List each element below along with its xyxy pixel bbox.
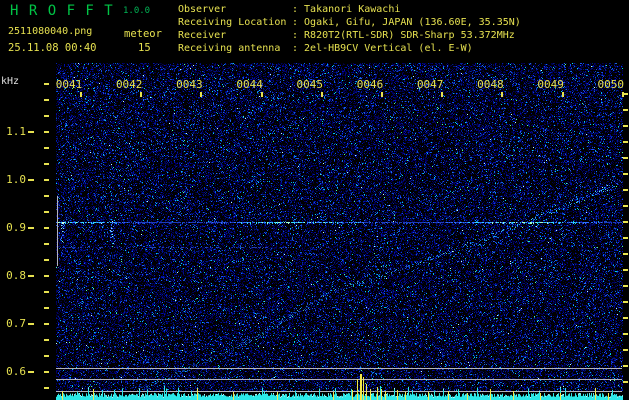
info-label: Receiving antenna [178, 43, 281, 54]
y-tick-label: 0.9 [6, 221, 26, 234]
station-info: Observer: Takanori Kawachi Receiving Loca… [178, 3, 521, 55]
info-value: : Ogaki, Gifu, JAPAN (136.60E, 35.35N) [292, 17, 521, 28]
x-tick-label: 0044 [236, 78, 263, 91]
y-tick-label: 0.7 [6, 317, 26, 330]
y-tick-label: 1.0 [6, 173, 26, 186]
app-title: H R O F F T [10, 3, 114, 19]
x-tick-label: 0049 [537, 78, 564, 91]
x-tick-label: 0048 [477, 78, 504, 91]
x-tick-label: 0045 [296, 78, 324, 91]
x-tick-label: 0050 [597, 78, 625, 91]
spectrogram-canvas [0, 0, 629, 400]
info-value: : 2el-HB9CV Vertical (el. E-W) [292, 43, 473, 54]
hrofft-spectrogram-screen: H R O F F T 1.0.0 2511080040.png meteor … [0, 0, 629, 400]
app-version: 1.0.0 [123, 6, 151, 16]
observation-datetime: 25.11.08 00:40 [8, 42, 97, 54]
station-info-row: Receiving antenna : 2el-HB9CV Vertical (e… [178, 42, 521, 55]
info-label: Receiving Location [178, 17, 287, 28]
y-tick-label: 1.1 [6, 125, 26, 138]
x-tick-label: 0046 [356, 78, 384, 91]
output-filename: 2511080040.png [8, 26, 93, 37]
station-info-row: Observer : Takanori Kawachi [178, 3, 521, 16]
info-label: Observer [178, 4, 227, 15]
y-tick-label: 0.8 [6, 269, 26, 282]
info-label: Receiver [178, 30, 227, 41]
echo-count: 15 [138, 42, 151, 54]
y-axis-unit-label: kHz [1, 76, 20, 87]
info-value: : R820T2(RTL-SDR) SDR-Sharp 53.372MHz [292, 30, 515, 41]
x-tick-label: 0042 [115, 78, 143, 91]
station-info-row: Receiver : R820T2(RTL-SDR) SDR-Sharp 53.3… [178, 29, 521, 42]
y-tick-label: 0.6 [6, 365, 26, 378]
station-info-row: Receiving Location : Ogaki, Gifu, JAPAN (… [178, 16, 521, 29]
info-value: : Takanori Kawachi [292, 4, 401, 15]
x-tick-label: 0041 [55, 78, 83, 91]
x-tick-label: 0043 [176, 78, 203, 91]
observation-mode: meteor [124, 28, 162, 40]
x-tick-label: 0047 [416, 78, 444, 91]
